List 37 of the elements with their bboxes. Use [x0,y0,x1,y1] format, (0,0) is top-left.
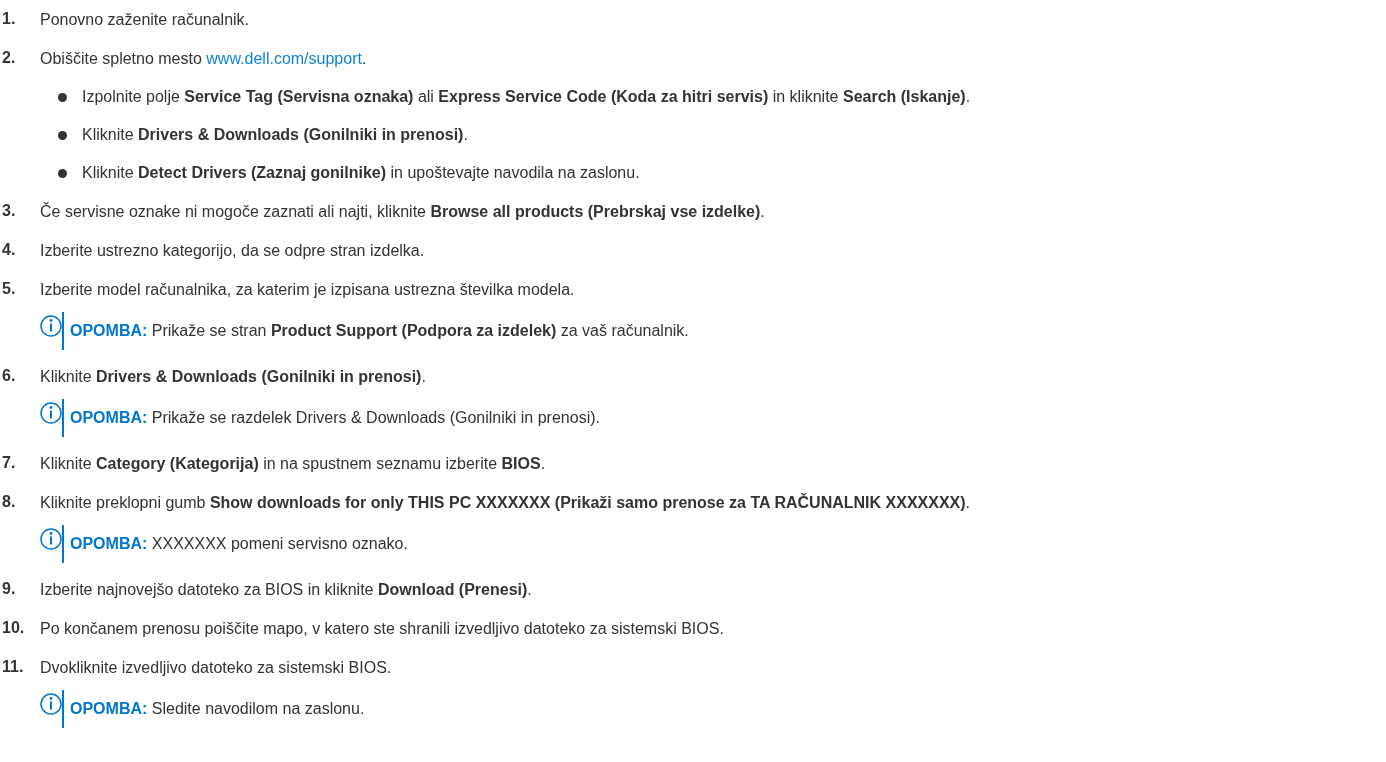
step-number: 6. [2,366,17,386]
bullet-icon [58,169,67,178]
step-text: Kliknite Category (Kategorija) in na spustnem seznamu izberite BIOS. [40,454,547,474]
step-number: 7. [2,453,17,473]
step-text: Kliknite preklopni gumb Show downloads for only THIS PC XXXXXXX (Prikaži samo prenose za TA RAČUNALNIK XXXXXXX). [40,492,971,513]
note-text: OPOMBA: XXXXXXX pomeni servisno oznako. [70,534,408,554]
step-number: 4. [2,240,17,260]
step-number: 3. [2,201,17,221]
bullet-icon [58,131,67,140]
step-number: 9. [2,579,17,599]
info-icon [40,399,64,437]
note-text: OPOMBA: Prikaže se stran Product Support (Podpora za izdelek) za vaš računalnik. [70,321,689,341]
bullet-text: Kliknite Detect Drivers (Zaznaj gonilnike) in upoštevajte navodila na zaslonu. [82,163,640,183]
step-text: Kliknite Drivers & Downloads (Gonilniki in prenosi). [40,367,427,387]
step-number: 11. [2,657,25,677]
step-number: 2. [2,48,17,68]
step-text: Izberite ustrezno kategorijo, da se odpre stran izdelka. [40,241,426,261]
info-icon [40,690,64,728]
step-text: Dvokliknite izvedljivo datoteko za sistemski BIOS. [40,658,393,678]
step-text: Ponovno zaženite računalnik. [40,10,251,30]
note-text: OPOMBA: Prikaže se razdelek Drivers & Downloads (Gonilniki in prenosi). [70,408,600,428]
info-icon [40,525,64,563]
support-link[interactable]: www.dell.com/support [206,50,362,67]
bullet-text: Kliknite Drivers & Downloads (Gonilniki in prenosi). [82,125,468,145]
step-number: 1. [2,9,17,29]
step-text: Če servisne oznake ni mogoče zaznati ali najti, kliknite Browse all products (Prebrskaj vse izdelke). [40,201,766,222]
info-icon [40,312,64,350]
step-text: Po končanem prenosu poiščite mapo, v katero ste shranili izvedljivo datoteko za sistemski BIOS. [40,619,725,639]
step-number: 8. [2,492,17,512]
step-text: Izberite model računalnika, za katerim je izpisana ustrezna številka modela. [40,280,576,300]
step-text: Izberite najnovejšo datoteko za BIOS in kliknite Download (Prenesi). [40,580,533,600]
step-text: Obiščite spletno mesto www.dell.com/support. [40,49,368,69]
bullet-text: Izpolnite polje Service Tag (Servisna oznaka) ali Express Service Code (Koda za hitri servis) in kliknite Search (Iskanje). [82,87,971,107]
note-text: OPOMBA: Sledite navodilom na zaslonu. [70,699,365,719]
step-number: 10. [2,618,26,638]
bullet-icon [58,93,67,102]
step-number: 5. [2,279,17,299]
